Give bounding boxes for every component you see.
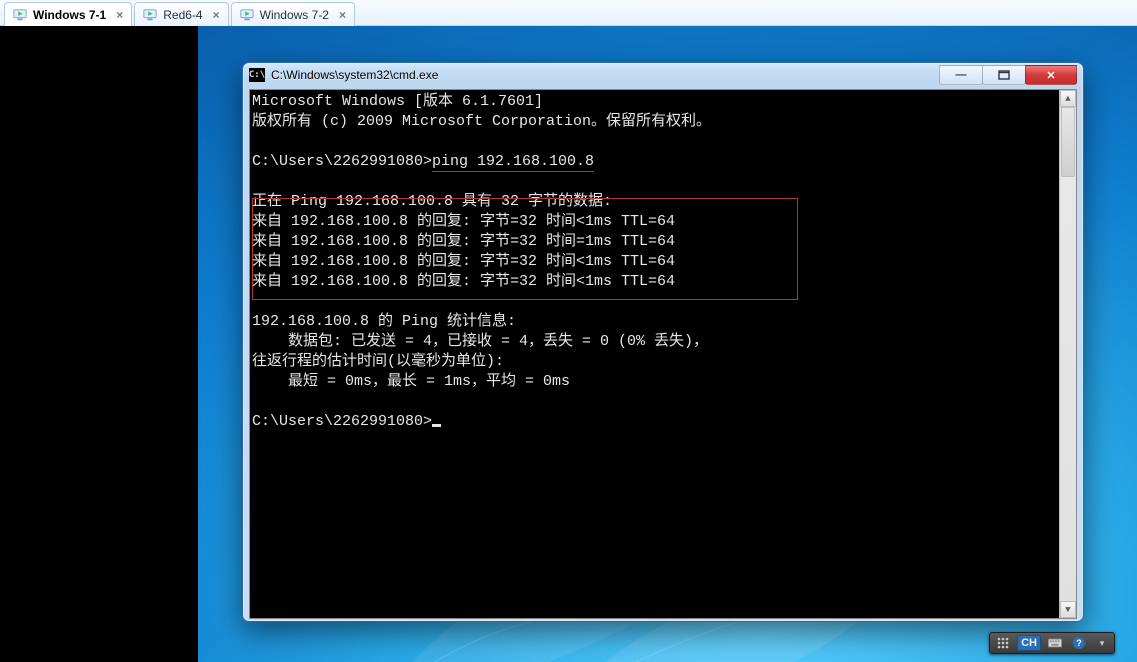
cmd-titlebar[interactable]: C:\ C:\Windows\system32\cmd.exe — ✕ [245,65,1081,85]
terminal-line: 最短 = 0ms，最长 = 1ms，平均 = 0ms [252,373,570,390]
terminal-line: 数据包: 已发送 = 4，已接收 = 4，丢失 = 0 (0% 丢失)， [252,333,708,350]
cmd-title: C:\Windows\system32\cmd.exe [271,68,940,82]
vm-tab-label: Windows 7-2 [260,8,329,22]
vm-tab-windows7-2[interactable]: Windows 7-2 × [231,2,355,26]
close-icon[interactable]: × [213,8,220,22]
close-button[interactable]: ✕ [1025,65,1077,85]
keyboard-icon[interactable] [1045,635,1065,651]
monitor-play-icon [240,8,254,22]
scroll-up-button[interactable]: ▲ [1060,90,1076,107]
maximize-button[interactable] [982,65,1026,85]
cmd-window[interactable]: C:\ C:\Windows\system32\cmd.exe — ✕ Micr… [242,62,1084,622]
terminal-line: 往返行程的估计时间(以毫秒为单位): [252,353,504,370]
vm-tab-label: Red6-4 [163,8,202,22]
cursor-icon [432,424,441,427]
cmd-terminal[interactable]: Microsoft Windows [版本 6.1.7601] 版权所有 (c)… [249,89,1077,619]
vertical-scrollbar[interactable]: ▲ ▼ [1059,90,1076,618]
vm-tab-label: Windows 7-1 [33,8,106,22]
close-icon[interactable]: × [339,8,346,22]
vm-tab-bar: Windows 7-1 × Red6-4 × Windows 7-2 × [0,0,1137,26]
language-indicator[interactable]: CH [1017,635,1041,651]
ime-grid-icon[interactable] [993,635,1013,651]
terminal-line: 版权所有 (c) 2009 Microsoft Corporation。保留所有… [252,113,711,130]
guest-black-border [0,26,198,662]
language-bar[interactable]: CH ? ▾ [989,632,1115,654]
cmd-icon: C:\ [249,68,265,82]
langbar-options-button[interactable]: ▾ [1093,635,1111,651]
terminal-line: 来自 192.168.100.8 的回复: 字节=32 时间=1ms TTL=6… [252,233,675,250]
monitor-play-icon [13,8,27,22]
close-icon[interactable]: × [116,8,123,22]
vm-tab-red6-4[interactable]: Red6-4 × [134,2,228,26]
windows-desktop[interactable]: C:\ C:\Windows\system32\cmd.exe — ✕ Micr… [198,26,1137,662]
terminal-line: 来自 192.168.100.8 的回复: 字节=32 时间<1ms TTL=6… [252,253,675,270]
maximize-icon [998,70,1010,80]
help-icon[interactable]: ? [1069,635,1089,651]
terminal-line: 来自 192.168.100.8 的回复: 字节=32 时间<1ms TTL=6… [252,213,675,230]
terminal-line: 192.168.100.8 的 Ping 统计信息: [252,313,516,330]
terminal-prompt: C:\Users\2262991080>ping 192.168.100.8 [252,153,594,172]
terminal-line: 正在 Ping 192.168.100.8 具有 32 字节的数据: [252,193,612,210]
typed-command: ping 192.168.100.8 [432,153,594,172]
svg-text:?: ? [1076,638,1082,648]
vm-tab-windows7-1[interactable]: Windows 7-1 × [4,2,132,26]
minimize-button[interactable]: — [939,65,983,85]
scroll-track[interactable] [1060,177,1076,601]
scroll-down-button[interactable]: ▼ [1060,601,1076,618]
terminal-line: 来自 192.168.100.8 的回复: 字节=32 时间<1ms TTL=6… [252,273,675,290]
guest-display: C:\ C:\Windows\system32\cmd.exe — ✕ Micr… [0,26,1137,662]
terminal-line: Microsoft Windows [版本 6.1.7601] [252,93,543,110]
monitor-play-icon [143,8,157,22]
terminal-prompt: C:\Users\2262991080> [252,413,441,430]
scroll-thumb[interactable] [1061,107,1075,177]
